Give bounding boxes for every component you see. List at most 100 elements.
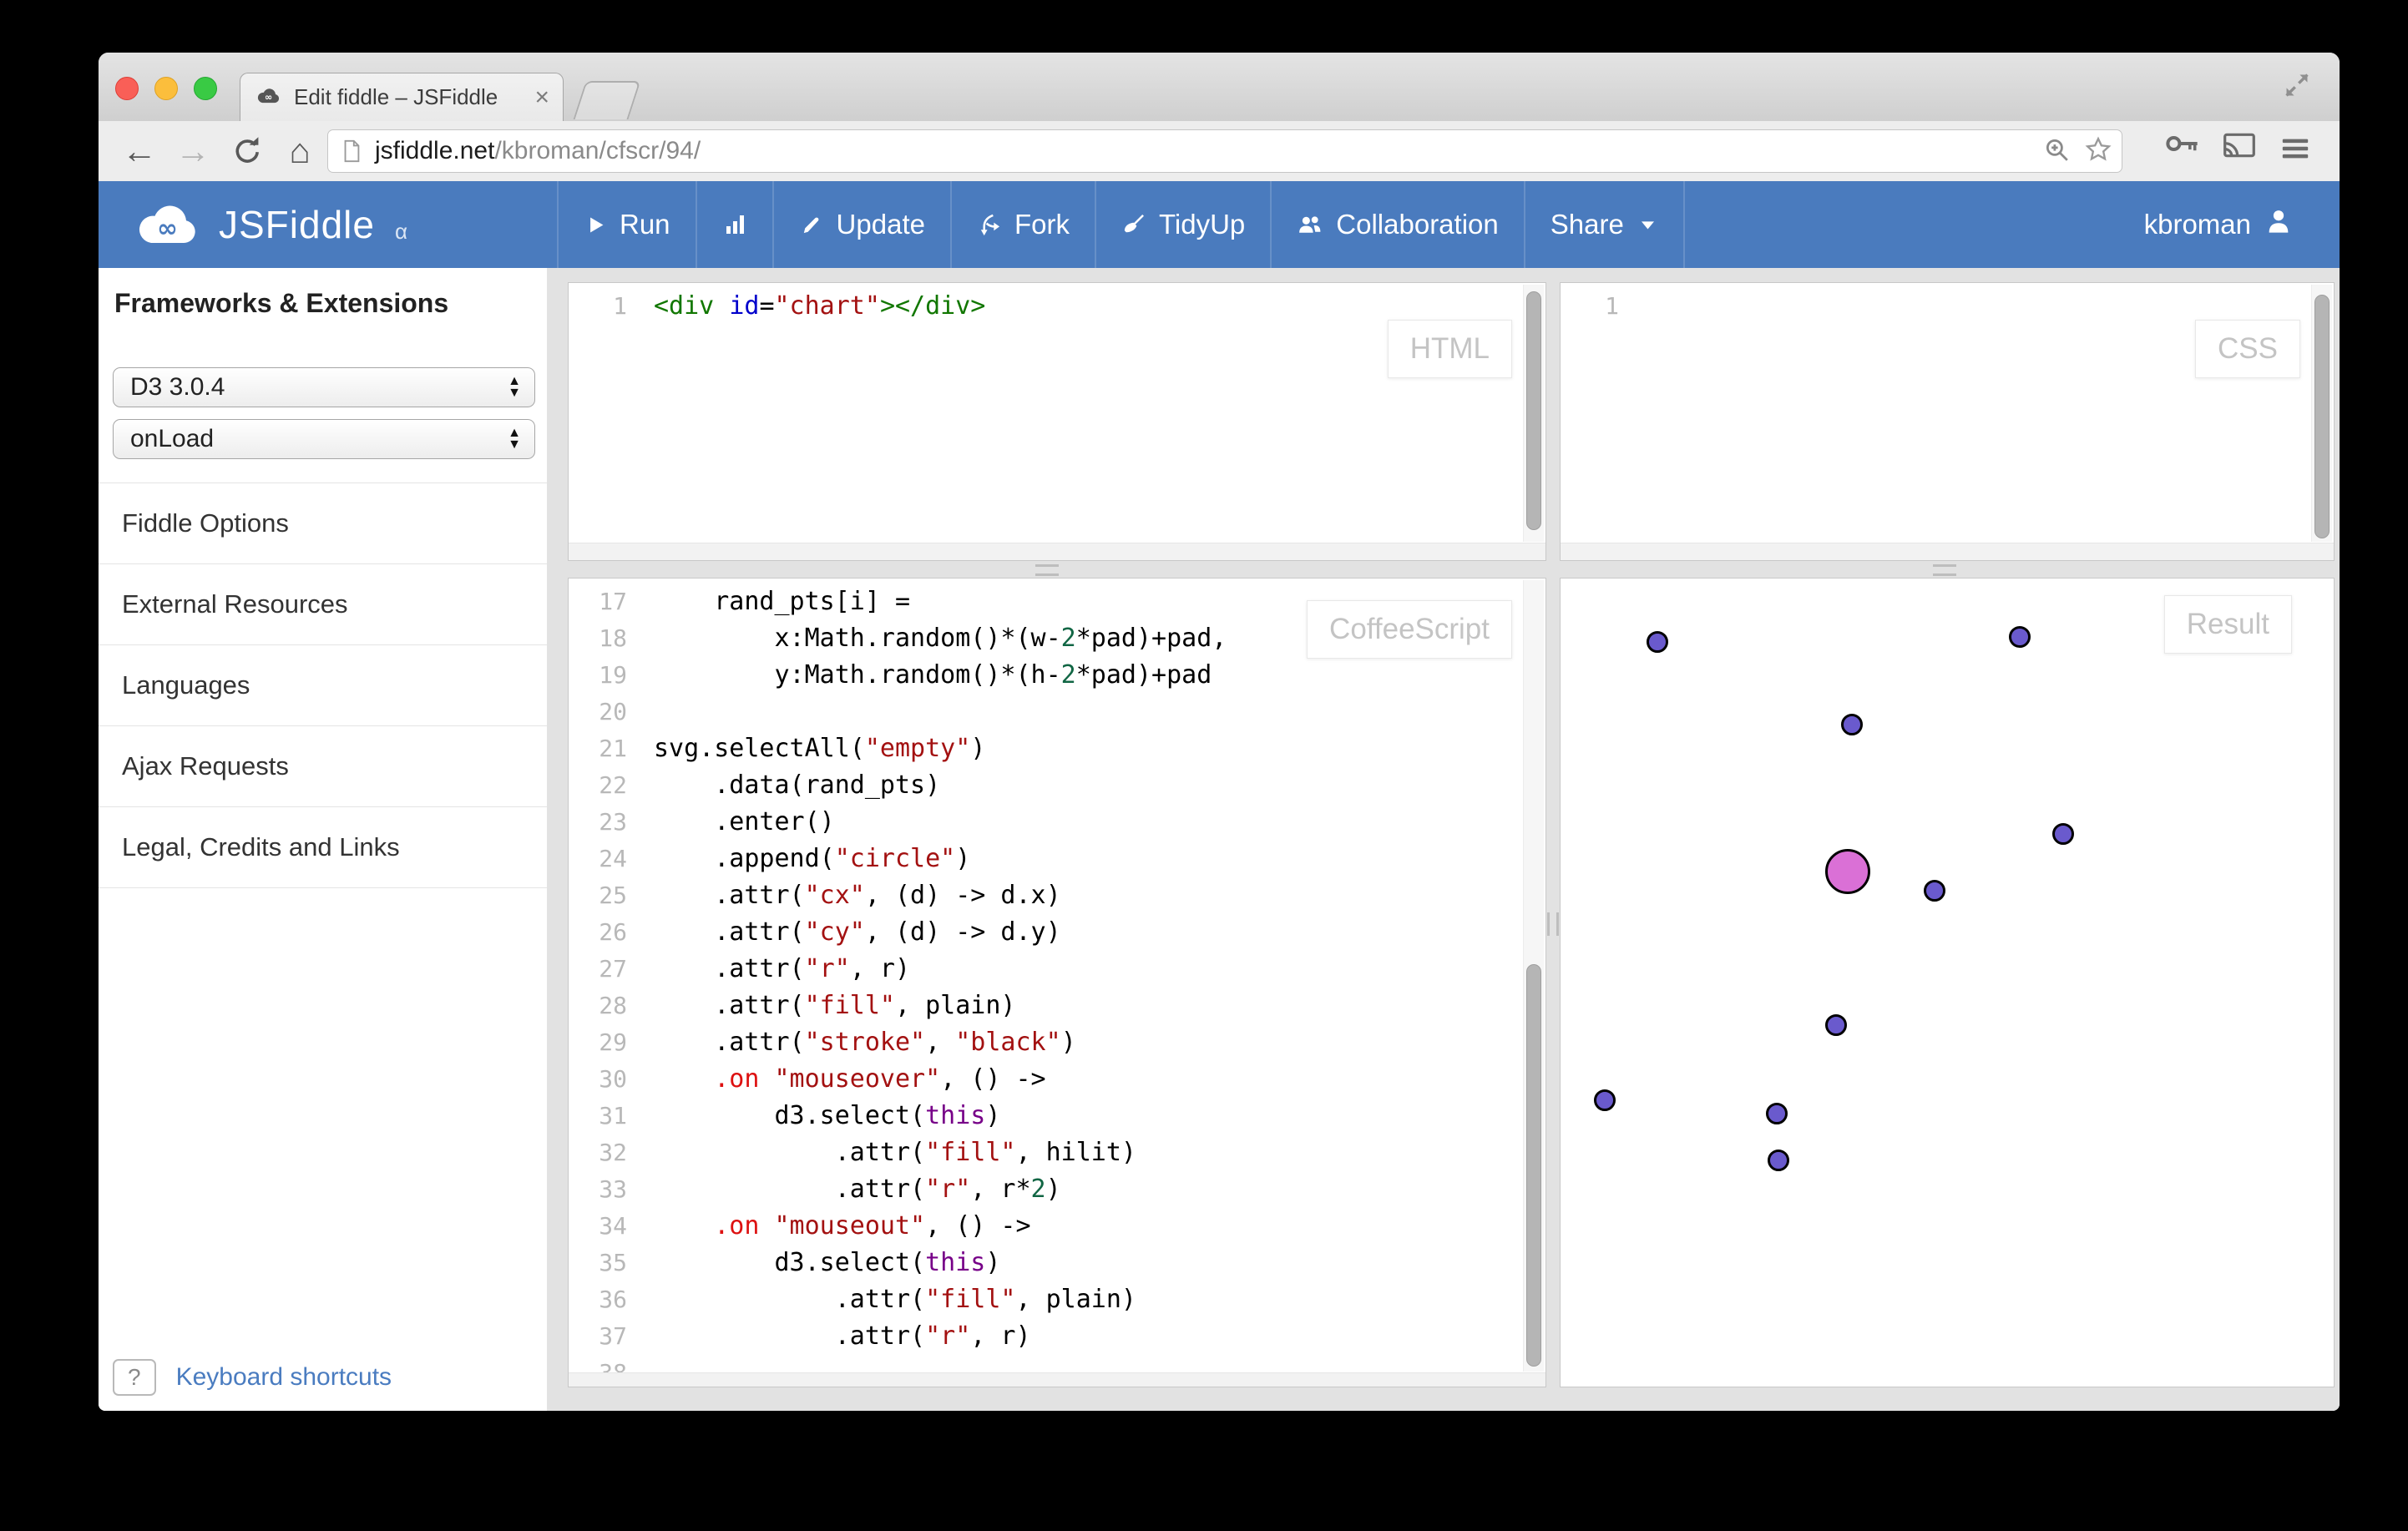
- coffeescript-panel: 17 rand_pts[i] =18 x:Math.random()*(w-2*…: [568, 578, 1546, 1387]
- sidebar-item-fiddle-options[interactable]: Fiddle Options: [99, 483, 547, 564]
- question-key-badge: ?: [113, 1359, 156, 1396]
- scrollbar-thumb[interactable]: [1526, 964, 1541, 1367]
- sidebar-item-legal-credits-and-links[interactable]: Legal, Credits and Links: [99, 807, 547, 888]
- line-number: 18: [569, 620, 642, 657]
- update-button[interactable]: Update: [772, 181, 950, 268]
- browser-tab[interactable]: ∞ Edit fiddle – JSFiddle ×: [240, 73, 564, 121]
- menu-hamburger-icon[interactable]: [2279, 133, 2311, 164]
- sidebar-item-languages[interactable]: Languages: [99, 645, 547, 726]
- browser-window: ∞ Edit fiddle – JSFiddle × ← → ⌂ jsf: [99, 53, 2340, 1411]
- page-content: Frameworks & Extensions D3 3.0.4 ▲▼ onLo…: [99, 268, 2340, 1411]
- back-button[interactable]: ←: [117, 121, 162, 181]
- code-line: 38: [569, 1355, 1545, 1373]
- sidebar-item-external-resources[interactable]: External Resources: [99, 564, 547, 645]
- page-icon: [340, 139, 363, 163]
- collaboration-button[interactable]: Collaboration: [1270, 181, 1523, 268]
- people-icon: [1297, 212, 1323, 238]
- coffeescript-editor[interactable]: 17 rand_pts[i] =18 x:Math.random()*(w-2*…: [569, 579, 1545, 1373]
- browser-toolbar: ← → ⌂ jsfiddle.net/kbroman/cfscr/94/: [99, 121, 2340, 182]
- line-number: 20: [569, 694, 642, 730]
- expand-window-icon[interactable]: [2283, 71, 2311, 104]
- line-number: 25: [569, 877, 642, 914]
- password-key-icon[interactable]: [2166, 133, 2199, 154]
- url-path: /kbroman/cfscr/94/: [494, 137, 701, 165]
- css-scrollbar: [2311, 285, 2332, 542]
- result-circle[interactable]: [1594, 1089, 1616, 1111]
- close-window-button[interactable]: [115, 77, 139, 100]
- new-tab-button[interactable]: [574, 81, 641, 119]
- tidyup-button[interactable]: TidyUp: [1095, 181, 1270, 268]
- code-line: 33 .attr("r", r*2): [569, 1171, 1545, 1208]
- update-label: Update: [837, 209, 925, 240]
- collaboration-label: Collaboration: [1336, 209, 1498, 240]
- tab-close-icon[interactable]: ×: [534, 83, 549, 112]
- fork-button[interactable]: Fork: [950, 181, 1095, 268]
- result-circle-highlighted[interactable]: [1825, 849, 1870, 894]
- result-canvas: [1561, 579, 2334, 1387]
- code-line: 19 y:Math.random()*(h-2*pad)+pad: [569, 657, 1545, 694]
- select-arrows-icon: ▲▼: [508, 427, 521, 451]
- result-circle[interactable]: [1768, 1150, 1789, 1171]
- logo-text: JSFiddle: [219, 202, 375, 247]
- code-line: 37 .attr("r", r): [569, 1318, 1545, 1355]
- zoom-page-icon[interactable]: [2043, 136, 2070, 167]
- bookmark-star-icon[interactable]: [2085, 136, 2112, 167]
- jsfiddle-header: ∞ JSFiddle α Run Update Fork TidyUp Collabor…: [99, 181, 2340, 268]
- framework-select-value: D3 3.0.4: [130, 373, 225, 402]
- refresh-button[interactable]: [224, 121, 269, 181]
- header-actions: Run Update Fork TidyUp Collaboration Share: [557, 181, 1685, 268]
- code-line: 34 .on "mouseout", () ->: [569, 1208, 1545, 1245]
- result-circle[interactable]: [2052, 823, 2074, 845]
- sidebar-item-ajax-requests[interactable]: Ajax Requests: [99, 726, 547, 807]
- line-number: 34: [569, 1208, 642, 1245]
- line-number: 33: [569, 1171, 642, 1208]
- code-line: 24 .append("circle"): [569, 841, 1545, 877]
- horizontal-splitter-grip[interactable]: [1933, 564, 1956, 576]
- result-panel: Result: [1560, 578, 2335, 1387]
- result-circle[interactable]: [1766, 1103, 1788, 1124]
- line-number: 19: [569, 657, 642, 694]
- result-circle[interactable]: [1825, 1014, 1847, 1036]
- select-arrows-icon: ▲▼: [508, 376, 521, 399]
- line-number: 1: [569, 288, 642, 325]
- zoom-window-button[interactable]: [194, 77, 217, 100]
- line-number: 27: [569, 951, 642, 988]
- fork-label: Fork: [1014, 209, 1070, 240]
- line-number: 24: [569, 841, 642, 877]
- window-controls: [115, 77, 217, 100]
- sidebar-sections: Fiddle OptionsExternal ResourcesLanguage…: [99, 483, 547, 888]
- keyboard-shortcuts-link[interactable]: Keyboard shortcuts: [176, 1363, 392, 1392]
- scrollbar-thumb[interactable]: [2314, 295, 2330, 538]
- user-menu[interactable]: kbroman: [2144, 181, 2293, 268]
- code-line: 31 d3.select(this): [569, 1098, 1545, 1134]
- vertical-splitter-grip[interactable]: [1547, 912, 1559, 936]
- stats-button[interactable]: [696, 181, 772, 268]
- code-line: 25 .attr("cx", (d) -> d.x): [569, 877, 1545, 914]
- code-line: 35 d3.select(this): [569, 1245, 1545, 1281]
- cloud-logo-icon: ∞: [129, 198, 204, 252]
- home-button[interactable]: ⌂: [277, 121, 322, 181]
- onload-select[interactable]: onLoad ▲▼: [113, 419, 535, 459]
- minimize-window-button[interactable]: [154, 77, 178, 100]
- framework-select[interactable]: D3 3.0.4 ▲▼: [113, 367, 535, 407]
- coffeescript-scrollbar: [1523, 580, 1544, 1372]
- result-panel-label: Result: [2164, 595, 2292, 654]
- run-button[interactable]: Run: [557, 181, 696, 268]
- line-number: 17: [569, 584, 642, 620]
- caret-icon: [1637, 215, 1658, 235]
- keyboard-shortcuts[interactable]: ? Keyboard shortcuts: [113, 1359, 392, 1396]
- code-line: 26 .attr("cy", (d) -> d.y): [569, 914, 1545, 951]
- url-bar[interactable]: jsfiddle.net/kbroman/cfscr/94/: [327, 129, 2122, 173]
- scrollbar-thumb[interactable]: [1526, 291, 1541, 530]
- result-circle[interactable]: [1924, 880, 1945, 902]
- code-line: 29 .attr("stroke", "black"): [569, 1024, 1545, 1061]
- horizontal-splitter-grip[interactable]: [1035, 564, 1059, 576]
- result-circle[interactable]: [1841, 714, 1863, 735]
- jsfiddle-logo[interactable]: ∞ JSFiddle α: [129, 181, 407, 268]
- cast-icon[interactable]: [2223, 133, 2256, 158]
- share-button[interactable]: Share: [1524, 181, 1685, 268]
- line-number: 23: [569, 804, 642, 841]
- result-circle[interactable]: [2009, 626, 2031, 648]
- result-circle[interactable]: [1647, 631, 1668, 653]
- forward-button[interactable]: →: [170, 121, 215, 181]
